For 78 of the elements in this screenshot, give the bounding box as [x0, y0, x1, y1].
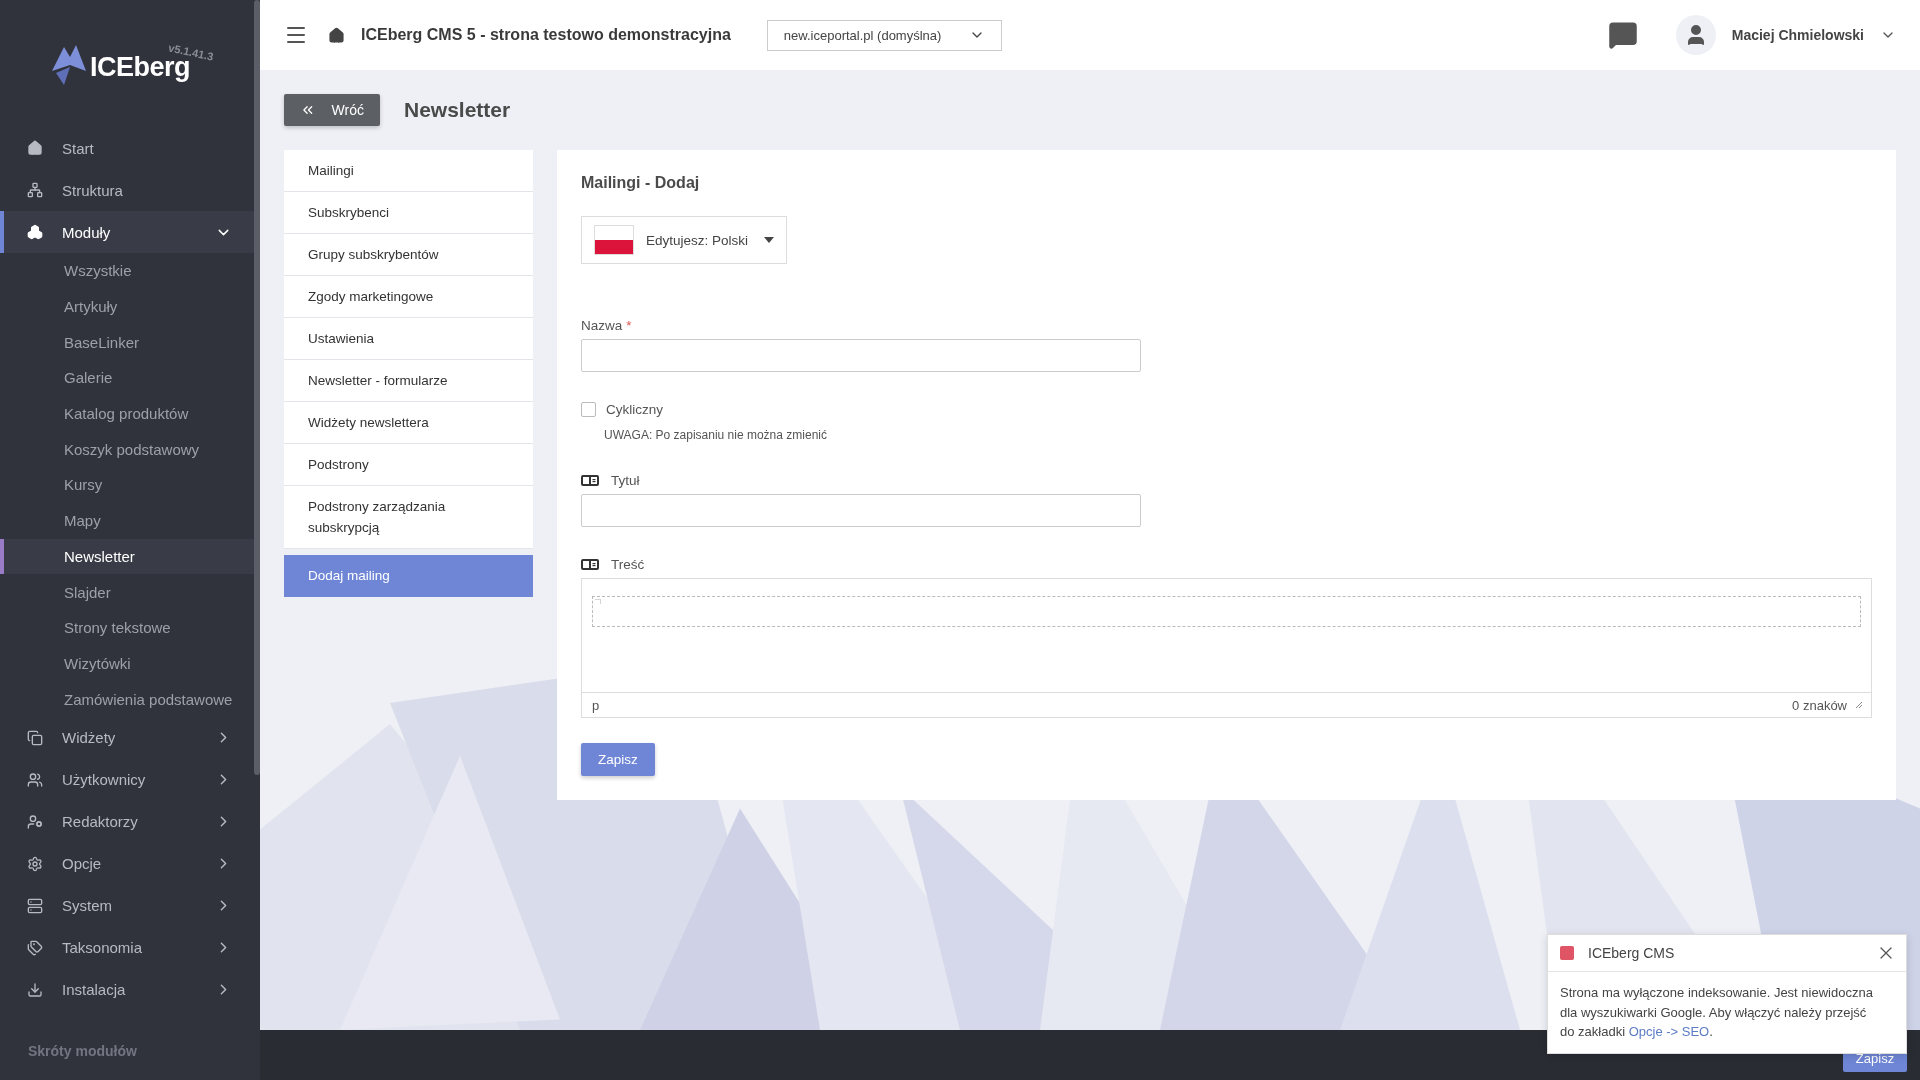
name-input[interactable]	[581, 339, 1141, 372]
submenu-item[interactable]: Grupy subskrybentów	[284, 234, 533, 276]
rich-text-editor[interactable]: p 0 znaków	[581, 578, 1872, 718]
home-icon	[328, 26, 345, 44]
scrollbar-thumb[interactable]	[254, 0, 260, 775]
submenu-item[interactable]: Zgody marketingowe	[284, 276, 533, 318]
menu-item-icon	[27, 813, 43, 830]
sidebar-subitem[interactable]: Zamówienia podstawowe	[0, 681, 254, 717]
page-title: Newsletter	[404, 98, 511, 122]
menu-item-icon	[27, 939, 43, 956]
sidebar-subitem[interactable]: Galerie	[0, 360, 254, 396]
char-count: 0 znaków	[1792, 697, 1847, 713]
save-button[interactable]: Zapisz	[581, 743, 655, 776]
submenu-item[interactable]: Subskrybenci	[284, 192, 533, 234]
language-select[interactable]: Edytujesz: Polski	[581, 216, 787, 264]
sidebar-subitem[interactable]: Wszystkie	[0, 253, 254, 289]
back-button[interactable]: Wróć	[284, 94, 380, 126]
user-name[interactable]: Maciej Chmielowski	[1731, 27, 1864, 43]
status-square-icon	[1560, 946, 1574, 960]
flag-icon	[594, 225, 634, 255]
sidebar-item[interactable]: Redaktorzy	[0, 800, 254, 843]
menu-item-icon	[27, 729, 43, 746]
submenu-item[interactable]: Podstrony	[284, 444, 533, 486]
menu-item-icon	[27, 981, 43, 998]
sidebar-item[interactable]: Struktura	[0, 169, 254, 211]
card-title: Mailingi - Dodaj	[581, 174, 701, 192]
field-label: Treść	[611, 557, 645, 572]
submenu-item[interactable]: Podstrony zarządzania subskrypcją	[284, 486, 533, 549]
translate-icon	[581, 559, 599, 570]
seo-link[interactable]: Opcje -> SEO	[1628, 1024, 1710, 1039]
sidebar-item[interactable]: System	[0, 884, 254, 927]
sidebar-subitem[interactable]: Newsletter	[0, 538, 254, 575]
toast-message: Strona ma wyłączone indeksowanie. Jest niewidoczna dla wyszukiwarki Google. Aby włączyć należy przejść do zakładki Opcje -> SEO.	[1559, 984, 1874, 1041]
menu-item-icon	[27, 140, 43, 156]
section-title: Skróty modułów	[28, 1042, 137, 1059]
translate-icon	[581, 475, 599, 486]
field-note: UWAGA: Po zapisaniu nie można zmienić	[604, 428, 827, 442]
paragraph-placeholder[interactable]	[592, 596, 1861, 627]
sidebar-item[interactable]: Widżety	[0, 716, 254, 759]
sidebar-subitem[interactable]: Koszyk podstawowy	[0, 431, 254, 468]
avatar-icon[interactable]	[1675, 15, 1716, 55]
sidebar-item[interactable]: Start	[0, 127, 254, 169]
sidebar-subitem[interactable]: Kursy	[0, 467, 254, 503]
toast-title: ICEberg CMS	[1588, 945, 1676, 961]
checkbox[interactable]	[581, 402, 596, 417]
menu-item-icon	[27, 182, 43, 198]
sidebar-item[interactable]: Użytkownicy	[0, 758, 254, 801]
field-label: Tytuł	[611, 473, 640, 488]
submenu-item[interactable]: Mailingi	[284, 150, 533, 192]
sidebar-subitem[interactable]: Mapy	[0, 502, 254, 539]
menu-item-icon	[27, 224, 43, 240]
site-title: ICEberg CMS 5 - strona testowo demonstracyjna	[361, 26, 731, 44]
chat-icon[interactable]	[1607, 20, 1638, 50]
sidebar-subitem[interactable]: Strony tekstowe	[0, 609, 254, 646]
title-input[interactable]	[581, 494, 1141, 527]
sidebar-item[interactable]: Opcje	[0, 842, 254, 885]
sidebar-item[interactable]: Taksonomia	[0, 926, 254, 969]
submenu-item[interactable]: Widżety newslettera	[284, 402, 533, 444]
domain-select[interactable]: new.iceportal.pl (domyślna)	[766, 19, 1002, 51]
sidebar-item[interactable]: Instalacja	[0, 968, 254, 1011]
sidebar-subitem[interactable]: Slajder	[0, 574, 254, 610]
submenu-item[interactable]: Dodaj mailing	[284, 555, 533, 597]
checkbox-label[interactable]: Cykliczny	[606, 402, 663, 417]
resize-handle-icon[interactable]	[1855, 701, 1863, 709]
sidebar-subitem[interactable]: BaseLinker	[0, 324, 254, 361]
caret-icon	[764, 237, 774, 243]
element-path[interactable]: p	[592, 697, 600, 713]
submenu-item[interactable]: Newsletter - formularze	[284, 360, 533, 402]
sidebar-subitem[interactable]: Artykuły	[0, 288, 254, 325]
sidebar-item[interactable]: Moduły	[0, 211, 254, 253]
submenu-item[interactable]: Ustawienia	[284, 318, 533, 360]
sidebar-subitem[interactable]: Wizytówki	[0, 645, 254, 682]
sidebar-subitem[interactable]: Katalog produktów	[0, 395, 254, 432]
paragraph-marker-icon	[595, 599, 601, 605]
menu-item-icon	[27, 897, 43, 914]
field-label: Nazwa *	[581, 318, 632, 333]
menu-item-icon	[27, 855, 43, 872]
menu-item-icon	[27, 771, 43, 788]
